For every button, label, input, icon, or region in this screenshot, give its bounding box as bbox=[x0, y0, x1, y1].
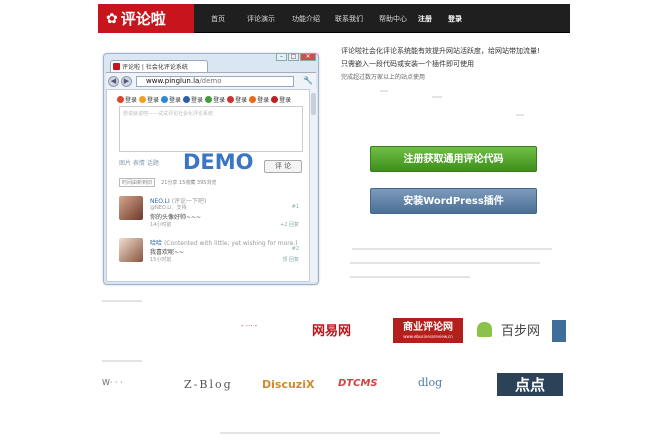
avatar[interactable] bbox=[119, 196, 143, 220]
comment-actions[interactable]: 顶 回复 bbox=[282, 256, 299, 263]
shangye-url: www.ebusinessreview.cn bbox=[403, 334, 453, 339]
partner-logo-shangye[interactable]: 商业评论网 www.ebusinessreview.cn bbox=[393, 318, 463, 343]
sort-bar: 时间由新到旧 21分享 15收藏 395浏览 bbox=[119, 178, 303, 187]
comment-floor: #2 bbox=[291, 246, 299, 252]
weibo-icon bbox=[117, 96, 124, 103]
qq-icon bbox=[139, 96, 147, 103]
partner-logo-dtcms[interactable]: DTCMS bbox=[338, 378, 378, 389]
url-path: /demo bbox=[199, 77, 222, 85]
nav-home[interactable]: 首页 bbox=[204, 14, 232, 24]
page: ✿ 评论啦 首页 评论演示 功能介绍 联系我们 帮助中心 注册 登录 评论啦 |… bbox=[0, 0, 668, 441]
demo-watermark: DEMO bbox=[183, 150, 254, 174]
logo-text: 评论啦 bbox=[120, 10, 166, 28]
editor-tools[interactable]: 图片 表情 话题 bbox=[119, 158, 159, 167]
sort-select[interactable]: 时间由新到旧 bbox=[119, 178, 156, 187]
comment-item: 哈哈 (Contented with little, yet wishing f… bbox=[119, 238, 299, 272]
tencent-icon bbox=[161, 96, 169, 103]
intro-line-1: 评论啦社会化评论系统能有效提升网站活跃度，给网站带加流量! bbox=[341, 47, 540, 55]
intro-line-3: 完成超过数万家以上的站点使用 bbox=[341, 74, 426, 81]
comment-time: 15小时前 bbox=[150, 257, 172, 263]
intro-line-2: 只需嵌入一段代码或安装一个插件即可使用 bbox=[341, 60, 474, 68]
partner-logo-wordpress[interactable]: W· · · bbox=[102, 378, 123, 387]
partner-logo-diandian[interactable]: 点点 bbox=[497, 373, 563, 396]
comment-aside: (Contented with little, yet wishing for … bbox=[163, 240, 298, 247]
comment-stats: 21分享 15收藏 395浏览 bbox=[161, 180, 217, 186]
comment-widget: 登录 登录 登录 登录 登录 登录 登录 登录 想说就说吧——试试评论社会化评论… bbox=[106, 89, 310, 282]
android-icon[interactable] bbox=[477, 322, 492, 337]
partner-logo-discuz[interactable]: DiscuziX bbox=[262, 378, 314, 391]
decorative-line bbox=[352, 248, 552, 250]
decorative-dot bbox=[516, 114, 524, 116]
social-login-row: 登录 登录 登录 登录 登录 登录 登录 登录 bbox=[117, 95, 291, 104]
nav-features[interactable]: 功能介绍 bbox=[286, 14, 326, 24]
window-controls: – □ ✕ bbox=[276, 53, 316, 61]
comment-text: 你的头像好帅~~~ bbox=[150, 214, 202, 221]
comment-item: NEO.LI (评论一下吧) @NEO.LI：支持 你的头像好帅~~~ 14小时… bbox=[119, 196, 299, 230]
renren-icon bbox=[183, 96, 191, 103]
shangye-title: 商业评论网 bbox=[403, 322, 453, 333]
nav-demo[interactable]: 评论演示 bbox=[238, 14, 284, 24]
forward-arrow-icon[interactable]: ▶ bbox=[121, 76, 132, 87]
decorative-line bbox=[102, 300, 142, 302]
flower-logo-icon: ✿ bbox=[106, 10, 118, 27]
decorative-line bbox=[350, 276, 470, 278]
partner-logo-wangyi[interactable]: 网易网 bbox=[312, 320, 351, 339]
maximize-icon[interactable]: □ bbox=[288, 53, 299, 61]
register-code-button[interactable]: 注册获取通用评论代码 bbox=[370, 146, 537, 172]
douban-icon bbox=[205, 96, 213, 103]
nav-login[interactable]: 登录 bbox=[442, 14, 468, 24]
comment-time: 14小时前 bbox=[150, 222, 172, 228]
decorative-line bbox=[220, 432, 440, 434]
partner-logo-zblog[interactable]: Z-Blog bbox=[184, 378, 233, 391]
demo-browser-window: 评论啦 | 社会化评论系统 – □ ✕ ◀ ▶ www.pinglun.la/d… bbox=[103, 53, 319, 285]
favicon-icon bbox=[113, 63, 120, 70]
decorative-line bbox=[102, 360, 142, 362]
site-logo[interactable]: ✿ 评论啦 bbox=[98, 4, 194, 33]
scrollbar-thumb[interactable] bbox=[311, 93, 316, 115]
back-arrow-icon[interactable]: ◀ bbox=[108, 76, 119, 87]
scrollbar[interactable] bbox=[309, 89, 317, 282]
top-navigation-bar: ✿ 评论啦 首页 评论演示 功能介绍 联系我们 帮助中心 注册 登录 bbox=[98, 4, 570, 33]
comment-actions[interactable]: +2 回复 bbox=[280, 221, 299, 228]
comment-author[interactable]: 哈哈 bbox=[150, 240, 162, 247]
partner-logo-baibu[interactable]: 百步网 bbox=[501, 320, 540, 339]
nav-register[interactable]: 注册 bbox=[414, 14, 436, 24]
decorative-dot bbox=[380, 90, 388, 92]
comment-text: 我喜欢呢~~ bbox=[150, 249, 185, 256]
minimize-icon[interactable]: – bbox=[276, 53, 287, 61]
avatar[interactable] bbox=[119, 238, 143, 262]
login-qq[interactable]: 登录 bbox=[139, 95, 159, 104]
kaixin-icon bbox=[227, 96, 235, 103]
login-tencent[interactable]: 登录 bbox=[161, 95, 181, 104]
login-sohu[interactable]: 登录 bbox=[249, 95, 269, 104]
browser-tab[interactable]: 评论啦 | 社会化评论系统 bbox=[110, 60, 208, 72]
browser-tab-title: 评论啦 | 社会化评论系统 bbox=[122, 64, 188, 71]
sohu-icon bbox=[249, 96, 257, 103]
nav-contact[interactable]: 联系我们 bbox=[328, 14, 370, 24]
decorative-line bbox=[350, 262, 540, 264]
login-douban[interactable]: 登录 bbox=[205, 95, 225, 104]
url-host: www.pinglun.la bbox=[146, 77, 200, 85]
url-field[interactable]: www.pinglun.la/demo bbox=[136, 76, 294, 87]
partner-logo-cn[interactable]: - ··· - bbox=[241, 322, 257, 330]
main-nav: 首页 评论演示 功能介绍 联系我们 帮助中心 注册 登录 bbox=[204, 4, 468, 33]
comment-textarea[interactable]: 想说就说吧——试试评论社会化评论系统 bbox=[119, 106, 303, 152]
wrench-icon[interactable]: 🔧 bbox=[303, 76, 313, 85]
login-weibo[interactable]: 登录 bbox=[117, 95, 137, 104]
partner-logo-dlog[interactable]: dlog bbox=[418, 376, 442, 389]
close-icon[interactable]: ✕ bbox=[300, 53, 316, 61]
login-kaixin[interactable]: 登录 bbox=[227, 95, 247, 104]
netease-icon bbox=[271, 96, 279, 103]
decorative-dot bbox=[432, 96, 442, 98]
comment-floor: #1 bbox=[291, 204, 299, 210]
install-wordpress-button[interactable]: 安装WordPress插件 bbox=[370, 188, 537, 214]
login-netease[interactable]: 登录 bbox=[271, 95, 291, 104]
partner-logo-blue[interactable] bbox=[552, 320, 566, 342]
address-bar-row: ◀ ▶ www.pinglun.la/demo 🔧 bbox=[106, 72, 316, 89]
submit-comment-button[interactable]: 评 论 bbox=[264, 160, 302, 173]
comment-quote: @NEO.LI：支持 bbox=[150, 205, 187, 211]
login-renren[interactable]: 登录 bbox=[183, 95, 203, 104]
nav-help[interactable]: 帮助中心 bbox=[372, 14, 414, 24]
